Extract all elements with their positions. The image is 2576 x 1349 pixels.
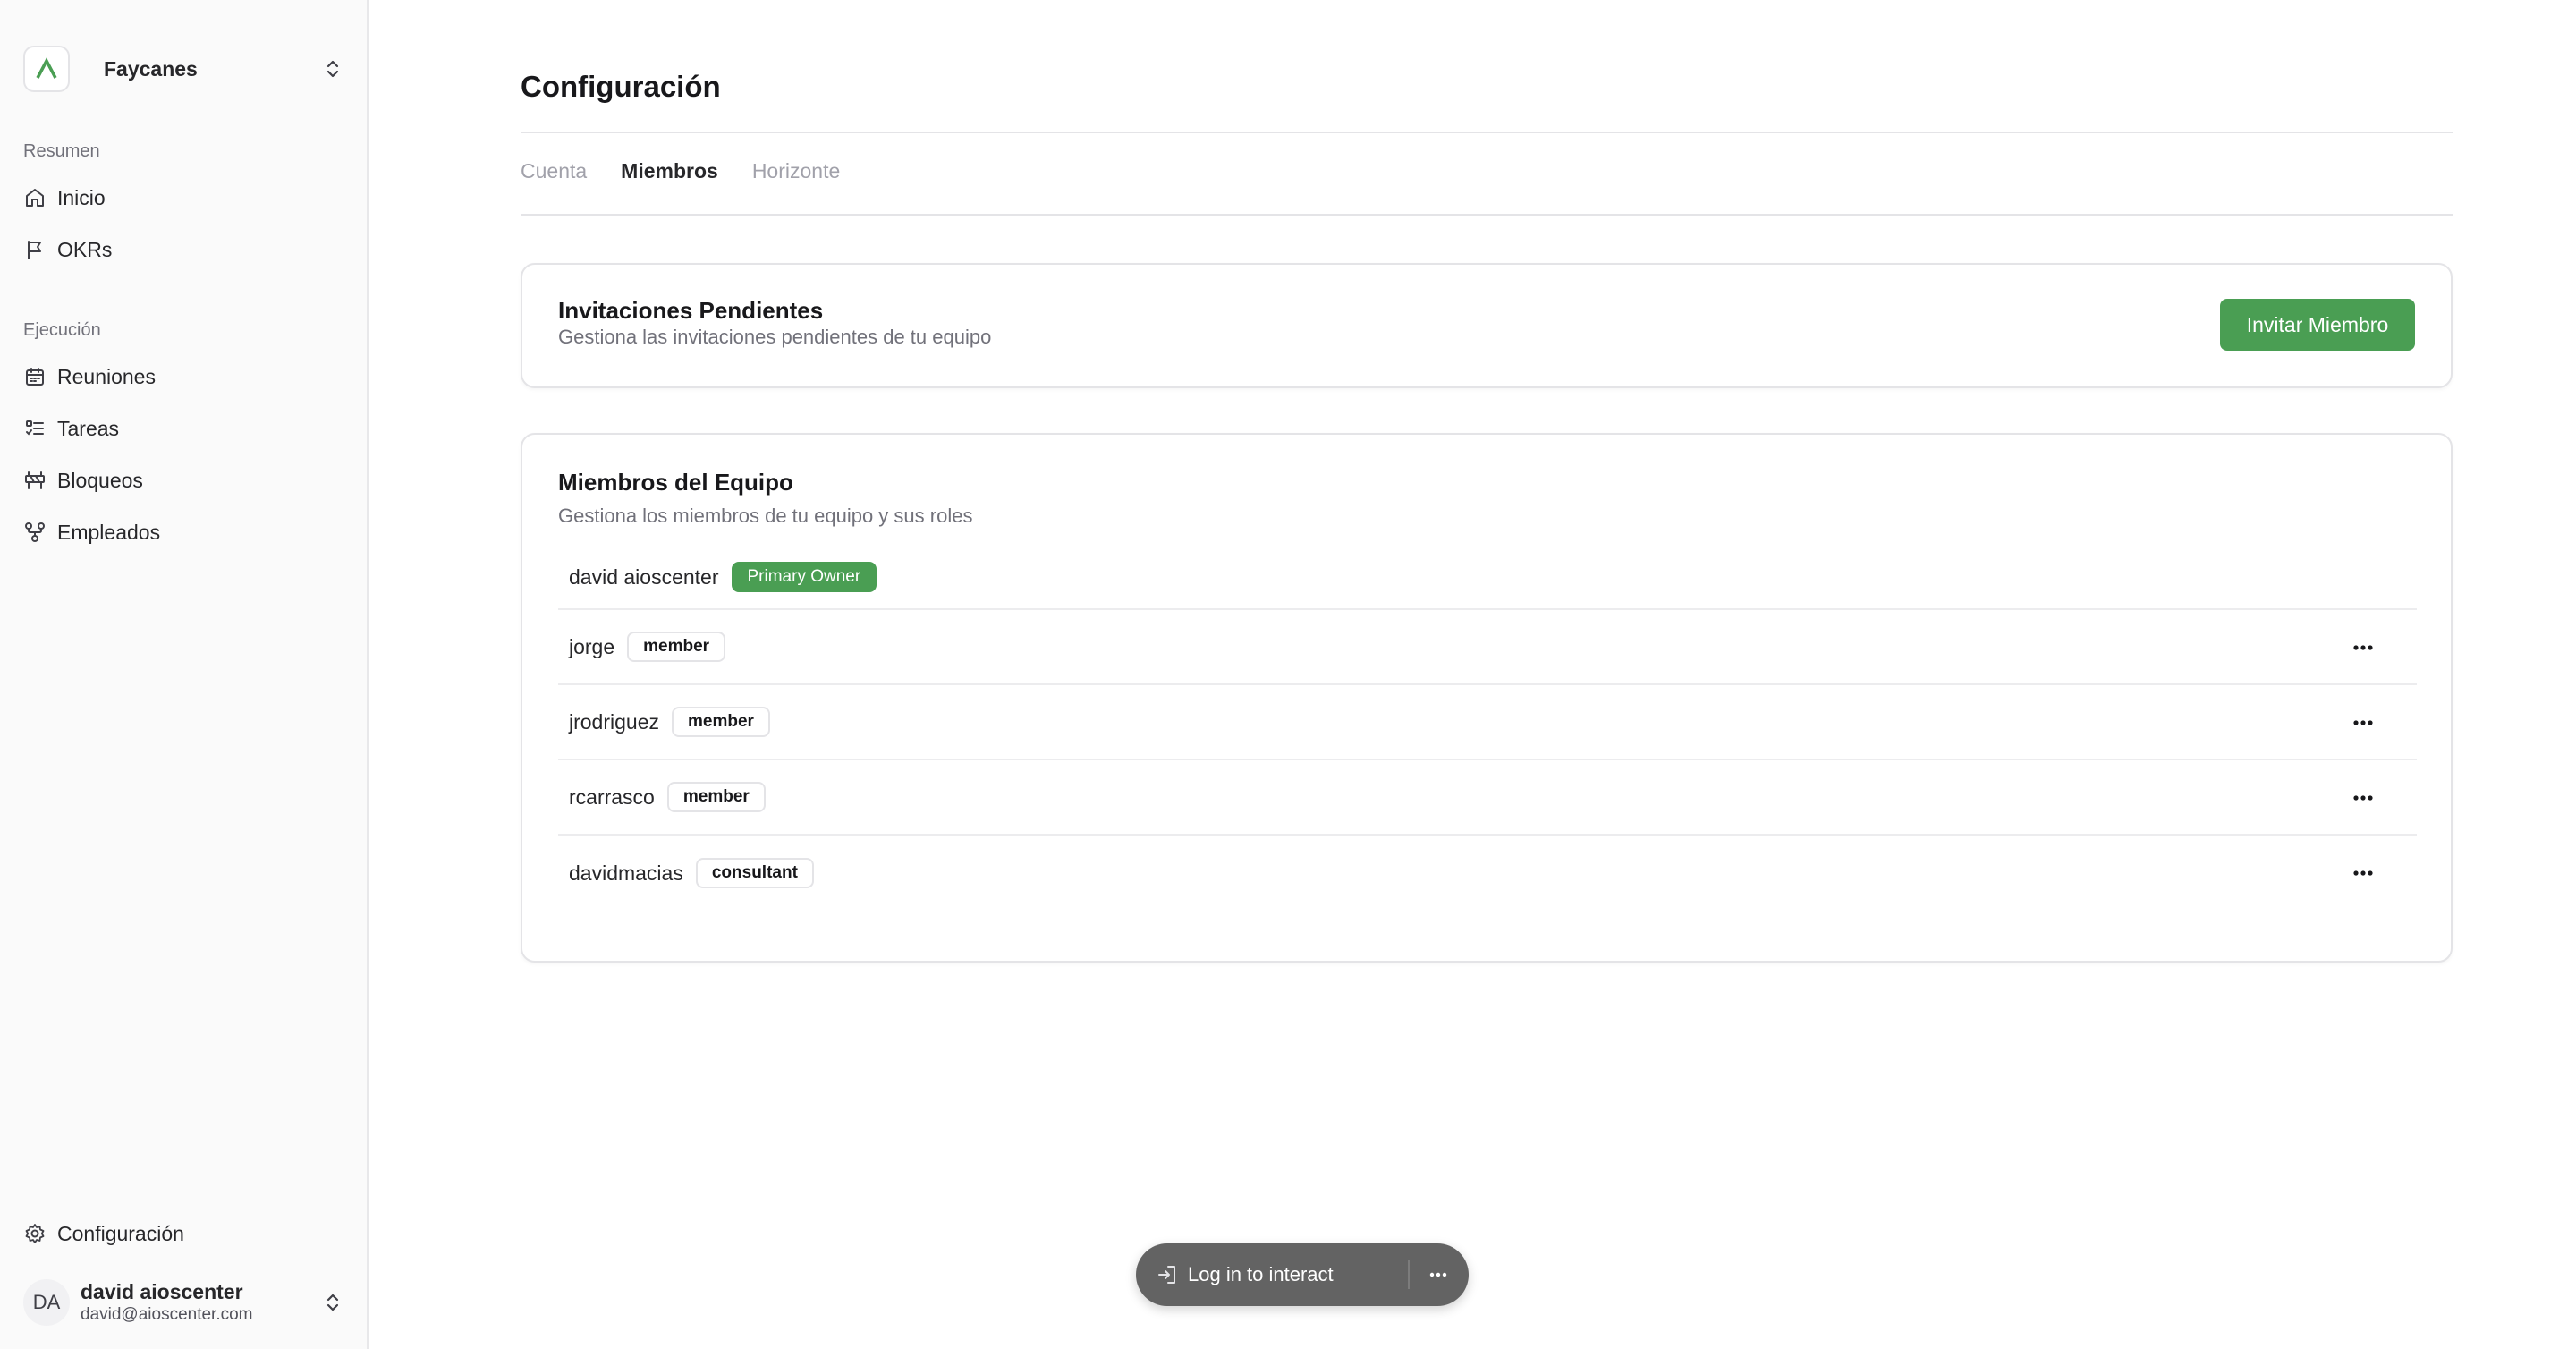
role-badge: member bbox=[627, 632, 726, 662]
more-options-button[interactable] bbox=[2345, 784, 2381, 812]
sidebar-item-label: Reuniones bbox=[57, 364, 156, 388]
log-in-icon bbox=[1158, 1266, 1175, 1284]
table-row: rcarrasco member bbox=[558, 760, 2417, 836]
sidebar-item-label: Inicio bbox=[57, 185, 106, 209]
sidebar-item-label: Empleados bbox=[57, 520, 161, 544]
pending-invitations-card: Invitaciones Pendientes Gestiona las inv… bbox=[521, 263, 2453, 388]
role-badge: consultant bbox=[695, 858, 814, 888]
ellipsis-icon bbox=[1429, 1272, 1447, 1277]
sidebar: Faycanes Resumen Inicio OKRs Ejecución R… bbox=[0, 0, 369, 1349]
page-title: Configuración bbox=[521, 70, 721, 103]
user-email: david@aioscenter.com bbox=[80, 1305, 253, 1324]
member-name: rcarrasco bbox=[569, 785, 655, 809]
card-description: Gestiona las invitaciones pendientes de … bbox=[558, 326, 992, 348]
member-name: jorge bbox=[569, 634, 615, 658]
member-name: jrodriguez bbox=[569, 709, 659, 734]
divider bbox=[521, 132, 2453, 133]
org-switcher[interactable]: Faycanes bbox=[23, 45, 345, 93]
sidebar-item-inicio[interactable]: Inicio bbox=[23, 177, 345, 218]
invite-member-button[interactable]: Invitar Miembro bbox=[2220, 299, 2415, 351]
org-name: Faycanes bbox=[104, 56, 198, 81]
sidebar-item-configuracion[interactable]: Configuración bbox=[23, 1213, 345, 1254]
member-name: davidmacias bbox=[569, 861, 683, 885]
more-options-button[interactable] bbox=[2345, 708, 2381, 737]
chevrons-up-down-icon bbox=[326, 60, 339, 78]
list-check-icon bbox=[23, 417, 47, 440]
more-options-button[interactable] bbox=[2345, 633, 2381, 662]
login-button[interactable]: Log in to interact bbox=[1156, 1263, 1334, 1286]
more-options-button[interactable] bbox=[2345, 859, 2381, 887]
team-members-card: Miembros del Equipo Gestiona los miembro… bbox=[521, 433, 2453, 963]
table-row: david aioscenter Primary Owner bbox=[558, 546, 2417, 610]
sidebar-item-label: OKRs bbox=[57, 237, 113, 261]
table-row: jorge member bbox=[558, 610, 2417, 685]
chevrons-up-down-icon bbox=[326, 1294, 339, 1311]
org-logo-icon bbox=[23, 46, 70, 92]
user-name: david aioscenter bbox=[80, 1280, 243, 1303]
tab-cuenta[interactable]: Cuenta bbox=[521, 159, 587, 183]
settings-tabs: Cuenta Miembros Horizonte bbox=[521, 159, 874, 183]
more-options-button[interactable] bbox=[1420, 1260, 1456, 1289]
divider bbox=[1408, 1260, 1410, 1289]
sidebar-item-label: Tareas bbox=[57, 416, 120, 440]
login-text: Log in to interact bbox=[1188, 1263, 1334, 1285]
avatar: DA bbox=[23, 1279, 70, 1326]
card-title: Invitaciones Pendientes bbox=[558, 297, 824, 324]
role-badge: member bbox=[666, 782, 766, 812]
sidebar-item-tareas[interactable]: Tareas bbox=[23, 408, 345, 449]
ellipsis-icon bbox=[2353, 870, 2373, 876]
section-label-ejecucion: Ejecución bbox=[23, 320, 101, 340]
gear-icon bbox=[23, 1222, 47, 1245]
user-menu[interactable]: DA david aioscenter david@aioscenter.com bbox=[23, 1276, 345, 1329]
member-name: david aioscenter bbox=[569, 564, 719, 589]
sidebar-item-okrs[interactable]: OKRs bbox=[23, 229, 345, 270]
sidebar-item-label: Configuración bbox=[57, 1221, 184, 1245]
login-overlay-pill: Log in to interact bbox=[1136, 1243, 1469, 1306]
sidebar-item-label: Bloqueos bbox=[57, 468, 143, 492]
org-chart-icon bbox=[23, 521, 47, 544]
flag-icon bbox=[23, 238, 47, 261]
ellipsis-icon bbox=[2353, 795, 2373, 801]
sidebar-item-reuniones[interactable]: Reuniones bbox=[23, 356, 345, 397]
table-row: davidmacias consultant bbox=[558, 836, 2417, 911]
ellipsis-icon bbox=[2353, 645, 2373, 650]
roadblock-icon bbox=[23, 469, 47, 492]
table-row: jrodriguez member bbox=[558, 685, 2417, 760]
ellipsis-icon bbox=[2353, 720, 2373, 725]
role-badge: member bbox=[672, 707, 770, 737]
calendar-icon bbox=[23, 365, 47, 388]
section-label-resumen: Resumen bbox=[23, 141, 100, 161]
sidebar-item-bloqueos[interactable]: Bloqueos bbox=[23, 460, 345, 501]
tab-miembros[interactable]: Miembros bbox=[621, 159, 718, 183]
role-badge: Primary Owner bbox=[731, 562, 877, 592]
divider bbox=[521, 214, 2453, 216]
sidebar-item-empleados[interactable]: Empleados bbox=[23, 512, 345, 553]
card-description: Gestiona los miembros de tu equipo y sus… bbox=[558, 505, 973, 527]
tab-horizonte[interactable]: Horizonte bbox=[752, 159, 840, 183]
card-title: Miembros del Equipo bbox=[558, 469, 793, 496]
home-icon bbox=[23, 186, 47, 209]
